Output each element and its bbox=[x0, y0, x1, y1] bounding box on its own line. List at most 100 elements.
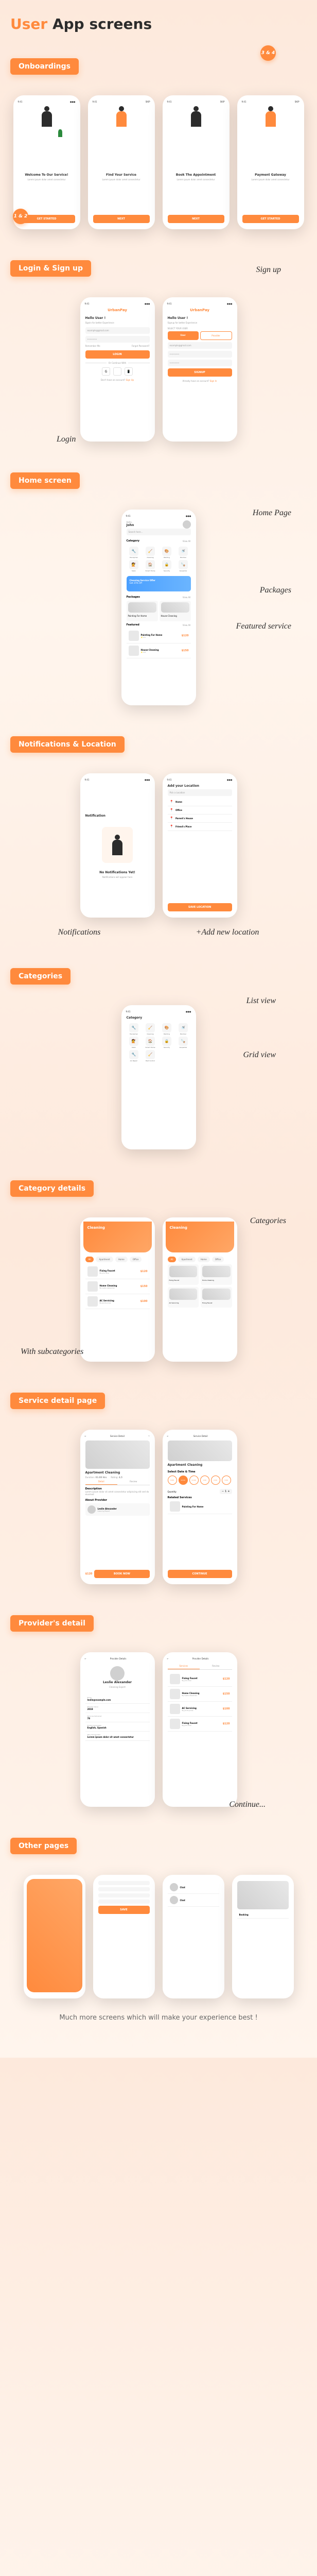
provider-services-screen: ←Provider Details Services Review Fixing… bbox=[163, 1652, 237, 1807]
apple-login[interactable] bbox=[113, 367, 121, 376]
sticky-note-12: 1 & 2 bbox=[13, 209, 28, 224]
time-slot[interactable]: 10:00 bbox=[179, 1476, 188, 1485]
forgot-link[interactable]: Forgot Password? bbox=[132, 345, 150, 347]
section-login: Login & Sign up bbox=[10, 260, 91, 277]
section-cat-details: Category details bbox=[10, 1180, 94, 1197]
service-plumber[interactable]: 🚿Plumber bbox=[176, 547, 191, 558]
category-handyman[interactable]: 🔧Handyman bbox=[127, 1023, 142, 1035]
tab-home[interactable]: Home bbox=[198, 1257, 210, 1262]
sticky-note-34: 3 & 4 bbox=[260, 45, 276, 61]
other-screen-2: SAVE bbox=[93, 1875, 155, 1998]
service-booking-screen: ←Service Detail Apartment Cleaning Selec… bbox=[163, 1430, 237, 1584]
category-detail-screen: Cleaning AllApartmentHomeOffice Fixing F… bbox=[80, 1217, 155, 1362]
tab-reviews[interactable]: Review bbox=[200, 1663, 232, 1669]
section-categories: Categories bbox=[10, 968, 71, 985]
view-all-link[interactable]: View All bbox=[183, 540, 191, 543]
signin-link[interactable]: Sign In bbox=[210, 380, 217, 382]
continue-button[interactable]: CONTINUE bbox=[168, 1570, 232, 1578]
search-input[interactable]: Search here... bbox=[127, 529, 191, 535]
tab-apartment[interactable]: Apartment bbox=[178, 1257, 195, 1262]
time-slot[interactable]: 9:00 bbox=[168, 1476, 177, 1485]
category-plumber[interactable]: 🚿Plumber bbox=[176, 1023, 191, 1035]
tab-detail[interactable]: Detail bbox=[85, 1479, 118, 1485]
remember-checkbox[interactable]: Remember Me bbox=[85, 345, 100, 347]
time-slot[interactable]: 11:00 bbox=[189, 1476, 199, 1485]
section-home: Home screen bbox=[10, 472, 80, 489]
service-item[interactable]: Home CleaningBy Leslie Alexander$150 bbox=[85, 1279, 150, 1294]
provider-card[interactable]: Leslie AlexanderCleaning Expert bbox=[85, 1503, 150, 1516]
email-input[interactable]: example@gmail.com bbox=[85, 327, 150, 334]
label-subcategories: With subcategories bbox=[21, 1347, 83, 1357]
other-screen-4: Booking bbox=[232, 1875, 294, 1998]
book-now-button[interactable]: BOOK NOW bbox=[94, 1570, 149, 1578]
service-carpenter[interactable]: 🪚Carpenter bbox=[176, 560, 191, 572]
save-location-button[interactable]: SAVE LOCATION bbox=[168, 903, 232, 911]
location-option[interactable]: 📍Parent's House bbox=[168, 815, 232, 823]
label-featured: Featured service bbox=[236, 622, 291, 631]
tab-all[interactable]: All bbox=[85, 1257, 94, 1262]
offer-banner[interactable]: Cleaning Service Offer Get 25% Off bbox=[127, 576, 191, 591]
home-screen: 9:41●●● Hello,John Search here... Catego… bbox=[121, 510, 196, 705]
service-cleaning[interactable]: 🧹Cleaning bbox=[143, 547, 158, 558]
notification-screen: 9:41●●● Notification No Notifications Ye… bbox=[80, 773, 155, 918]
service-detail-screen: ← Service Detail♡ Apartment Cleaning Dur… bbox=[80, 1430, 155, 1584]
label-list-view: List view bbox=[246, 996, 276, 1006]
category-carpenter[interactable]: 🪚Carpenter bbox=[176, 1037, 191, 1048]
category-ac-repair[interactable]: 🔧AC Repair bbox=[127, 1050, 142, 1062]
onboard-screen-3: 9:41SKIP Book The Appointment Lorem ipsu… bbox=[163, 95, 230, 229]
category-list-screen: 9:41●●● Category 🔧Handyman🧹Cleaning🎨Pain… bbox=[121, 1005, 196, 1149]
tab-office[interactable]: Office bbox=[130, 1257, 142, 1262]
time-slot[interactable]: 3:00 bbox=[222, 1476, 231, 1485]
tab-office[interactable]: Office bbox=[212, 1257, 224, 1262]
category-cleaning[interactable]: 🧹Cleaning bbox=[143, 1023, 158, 1035]
time-slot[interactable]: 2:00 bbox=[211, 1476, 220, 1485]
time-slot[interactable]: 1:00 bbox=[200, 1476, 209, 1485]
location-option[interactable]: 📍Friend's Place bbox=[168, 823, 232, 831]
location-option[interactable]: 📍Home bbox=[168, 798, 232, 806]
user-avatar[interactable] bbox=[183, 520, 191, 529]
provider-avatar bbox=[110, 1666, 125, 1681]
section-other: Other pages bbox=[10, 1838, 77, 1854]
tab-services[interactable]: Services bbox=[168, 1663, 200, 1669]
category-salon[interactable]: 💇Salon bbox=[127, 1037, 142, 1048]
category-pest-control[interactable]: 🧹Pest Control bbox=[143, 1050, 158, 1062]
signup-link[interactable]: Sign Up bbox=[126, 379, 134, 381]
signup-button[interactable]: SIGNUP bbox=[168, 368, 232, 377]
google-login[interactable]: G bbox=[102, 367, 110, 376]
tab-all[interactable]: All bbox=[168, 1257, 177, 1262]
login-screen: 9:41●●● UrbanPay Hello User ! Signin for… bbox=[80, 297, 155, 442]
next-button[interactable]: NEXT bbox=[93, 215, 150, 223]
app-logo: UrbanPay bbox=[85, 308, 150, 312]
location-search[interactable]: Pick a Location bbox=[168, 789, 232, 796]
category-smart-home[interactable]: 🏠Smart Home bbox=[143, 1037, 158, 1048]
tab-home[interactable]: Home bbox=[115, 1257, 128, 1262]
login-button[interactable]: LOGIN bbox=[85, 350, 150, 359]
service-item[interactable]: AC ServicingBy Jacob Jones$100 bbox=[85, 1294, 150, 1309]
category-painting[interactable]: 🎨Painting bbox=[160, 1023, 174, 1035]
location-option[interactable]: 📍Office bbox=[168, 806, 232, 815]
service-security[interactable]: 🔒Security bbox=[160, 560, 174, 572]
service-painting[interactable]: 🎨Painting bbox=[160, 547, 174, 558]
label-login: Login bbox=[57, 435, 76, 444]
tab-review[interactable]: Review bbox=[117, 1479, 150, 1485]
other-screen-1 bbox=[24, 1875, 85, 1998]
quantity-stepper[interactable]: − 1 + bbox=[220, 1489, 232, 1494]
password-input[interactable]: •••••••• bbox=[85, 336, 150, 343]
service-item[interactable]: Fixing FaucetBy John Doe$120 bbox=[85, 1264, 150, 1279]
section-provider: Provider's detail bbox=[10, 1615, 94, 1632]
label-homepage: Home Page bbox=[253, 509, 291, 518]
category-grid-screen: Cleaning AllApartmentHomeOffice Fixing F… bbox=[163, 1217, 237, 1362]
service-image bbox=[85, 1440, 150, 1469]
otp-login[interactable]: 📱 bbox=[125, 367, 133, 376]
featured-service-2[interactable]: House Cleaning⭐ 4.8 $150 bbox=[127, 643, 191, 658]
service-handyman[interactable]: 🔧Handyman bbox=[127, 547, 142, 558]
label-signup: Sign up bbox=[256, 265, 281, 275]
signup-screen: 9:41●●● UrbanPay Hello User ! Signup for… bbox=[163, 297, 237, 442]
service-salon[interactable]: 💇Salon bbox=[127, 560, 142, 572]
onboard-screen-4: 9:41SKIP Payment Gateway Lorem ipsum dol… bbox=[237, 95, 304, 229]
featured-service-1[interactable]: Painting For Home⭐ 4.5 $120 bbox=[127, 629, 191, 643]
service-smart home[interactable]: 🏠Smart Home bbox=[143, 560, 158, 572]
category-security[interactable]: 🔒Security bbox=[160, 1037, 174, 1048]
tab-apartment[interactable]: Apartment bbox=[96, 1257, 113, 1262]
label-packages: Packages bbox=[260, 586, 291, 595]
